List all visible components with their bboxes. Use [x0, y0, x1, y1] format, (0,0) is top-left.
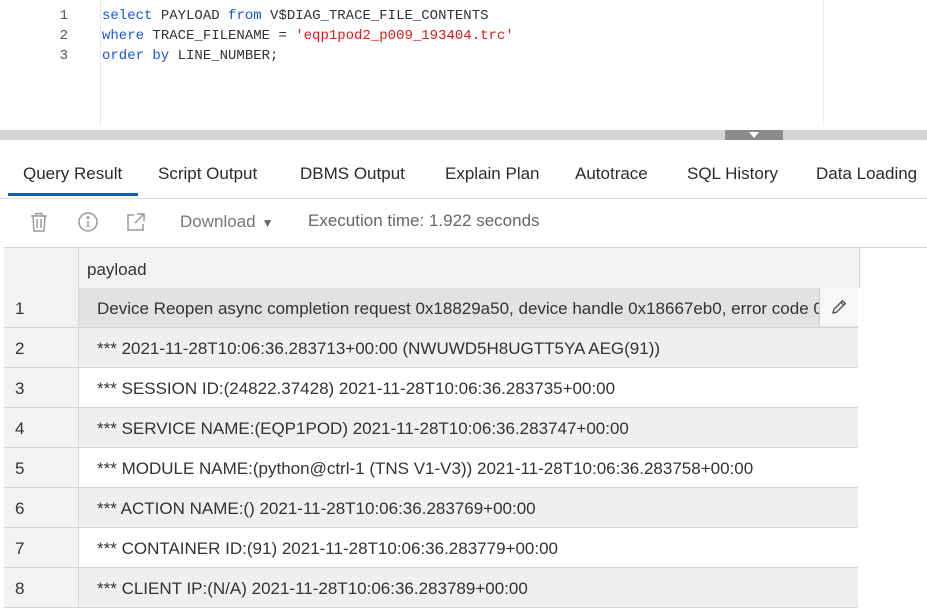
pencil-icon	[832, 299, 847, 314]
row-number: 4	[4, 408, 79, 448]
tab-dbms-output[interactable]: DBMS Output	[300, 164, 405, 184]
table-row[interactable]: 7 *** CONTAINER ID:(91) 2021-11-28T10:06…	[4, 528, 859, 568]
code-line-2[interactable]: where TRACE_FILENAME = 'eqp1pod2_p009_19…	[102, 28, 514, 44]
payload-cell[interactable]: *** ACTION NAME:() 2021-11-28T10:06:36.2…	[79, 488, 858, 528]
grid-header: payload	[4, 248, 860, 288]
sql-text: V$DIAG_TRACE_FILE_CONTENTS	[261, 8, 489, 24]
table-row[interactable]: 3 *** SESSION ID:(24822.37428) 2021-11-2…	[4, 368, 859, 408]
payload-cell[interactable]: *** MODULE NAME:(python@ctrl-1 (TNS V1-V…	[79, 448, 858, 488]
download-button[interactable]: Download ▼	[180, 212, 274, 232]
sql-keyword: where	[102, 28, 145, 44]
row-number-header	[4, 248, 79, 288]
payload-cell[interactable]: *** SERVICE NAME:(EQP1POD) 2021-11-28T10…	[79, 408, 858, 448]
sql-text: PAYLOAD	[152, 8, 229, 24]
edit-cell-button[interactable]	[819, 288, 858, 326]
splitter-handle[interactable]	[725, 130, 783, 140]
sql-string: 'eqp1pod2_p009_193404.trc'	[295, 28, 514, 44]
payload-cell[interactable]: *** CONTAINER ID:(91) 2021-11-28T10:06:3…	[79, 528, 858, 568]
tab-sql-history[interactable]: SQL History	[687, 164, 778, 184]
table-row[interactable]: 8 *** CLIENT IP:(N/A) 2021-11-28T10:06:3…	[4, 568, 859, 608]
code-line-1[interactable]: select PAYLOAD from V$DIAG_TRACE_FILE_CO…	[102, 8, 489, 24]
line-number: 3	[59, 48, 68, 64]
result-grid: payload 1 Device Reopen async completion…	[4, 247, 927, 613]
row-number: 3	[4, 368, 79, 408]
table-row[interactable]: 1 Device Reopen async completion request…	[4, 288, 859, 328]
caret-down-icon: ▼	[261, 216, 274, 230]
sql-keyword: order by	[102, 48, 170, 64]
column-header-payload[interactable]: payload	[87, 260, 147, 280]
tab-explain-plan[interactable]: Explain Plan	[445, 164, 540, 184]
table-row[interactable]: 4 *** SERVICE NAME:(EQP1POD) 2021-11-28T…	[4, 408, 859, 448]
sql-text: TRACE_FILENAME =	[144, 28, 296, 44]
row-number: 2	[4, 328, 79, 368]
chevron-down-icon	[749, 132, 759, 138]
grid-empty-area	[860, 248, 927, 613]
table-row[interactable]: 5 *** MODULE NAME:(python@ctrl-1 (TNS V1…	[4, 448, 859, 488]
tab-data-loading[interactable]: Data Loading	[816, 164, 917, 184]
result-toolbar: Download ▼ Execution time: 1.922 seconds	[0, 199, 927, 246]
execution-time: Execution time: 1.922 seconds	[308, 211, 540, 230]
row-number: 1	[4, 288, 79, 328]
line-number: 1	[59, 8, 68, 24]
payload-cell[interactable]: Device Reopen async completion request 0…	[79, 288, 858, 328]
row-number: 6	[4, 488, 79, 528]
download-label: Download	[180, 212, 256, 231]
line-number-gutter: 1 2 3	[0, 0, 101, 126]
sql-editor[interactable]: 1 2 3 select PAYLOAD from V$DIAG_TRACE_F…	[0, 0, 927, 126]
sql-keyword: select	[102, 8, 153, 24]
row-number: 8	[4, 568, 79, 608]
trash-icon[interactable]	[28, 211, 50, 233]
row-number: 7	[4, 528, 79, 568]
tab-script-output[interactable]: Script Output	[158, 164, 257, 184]
table-row[interactable]: 6 *** ACTION NAME:() 2021-11-28T10:06:36…	[4, 488, 859, 528]
payload-cell[interactable]: *** SESSION ID:(24822.37428) 2021-11-28T…	[79, 368, 858, 408]
print-margin-ruler	[823, 0, 824, 126]
sql-keyword: from	[228, 8, 262, 24]
code-line-3[interactable]: order by LINE_NUMBER;	[102, 48, 278, 64]
active-tab-indicator	[8, 193, 138, 196]
info-icon[interactable]	[77, 211, 99, 233]
row-number: 5	[4, 448, 79, 488]
sql-text: LINE_NUMBER;	[169, 48, 279, 64]
payload-cell[interactable]: *** CLIENT IP:(N/A) 2021-11-28T10:06:36.…	[79, 568, 858, 608]
open-external-icon[interactable]	[125, 211, 147, 233]
payload-cell[interactable]: *** 2021-11-28T10:06:36.283713+00:00 (NW…	[79, 328, 858, 368]
table-row[interactable]: 2 *** 2021-11-28T10:06:36.283713+00:00 (…	[4, 328, 859, 368]
tab-query-result[interactable]: Query Result	[23, 164, 122, 184]
panel-splitter[interactable]	[0, 130, 927, 140]
result-tabs: Query Result Script Output DBMS Output E…	[0, 146, 927, 199]
line-number: 2	[59, 28, 68, 44]
tab-autotrace[interactable]: Autotrace	[575, 164, 648, 184]
